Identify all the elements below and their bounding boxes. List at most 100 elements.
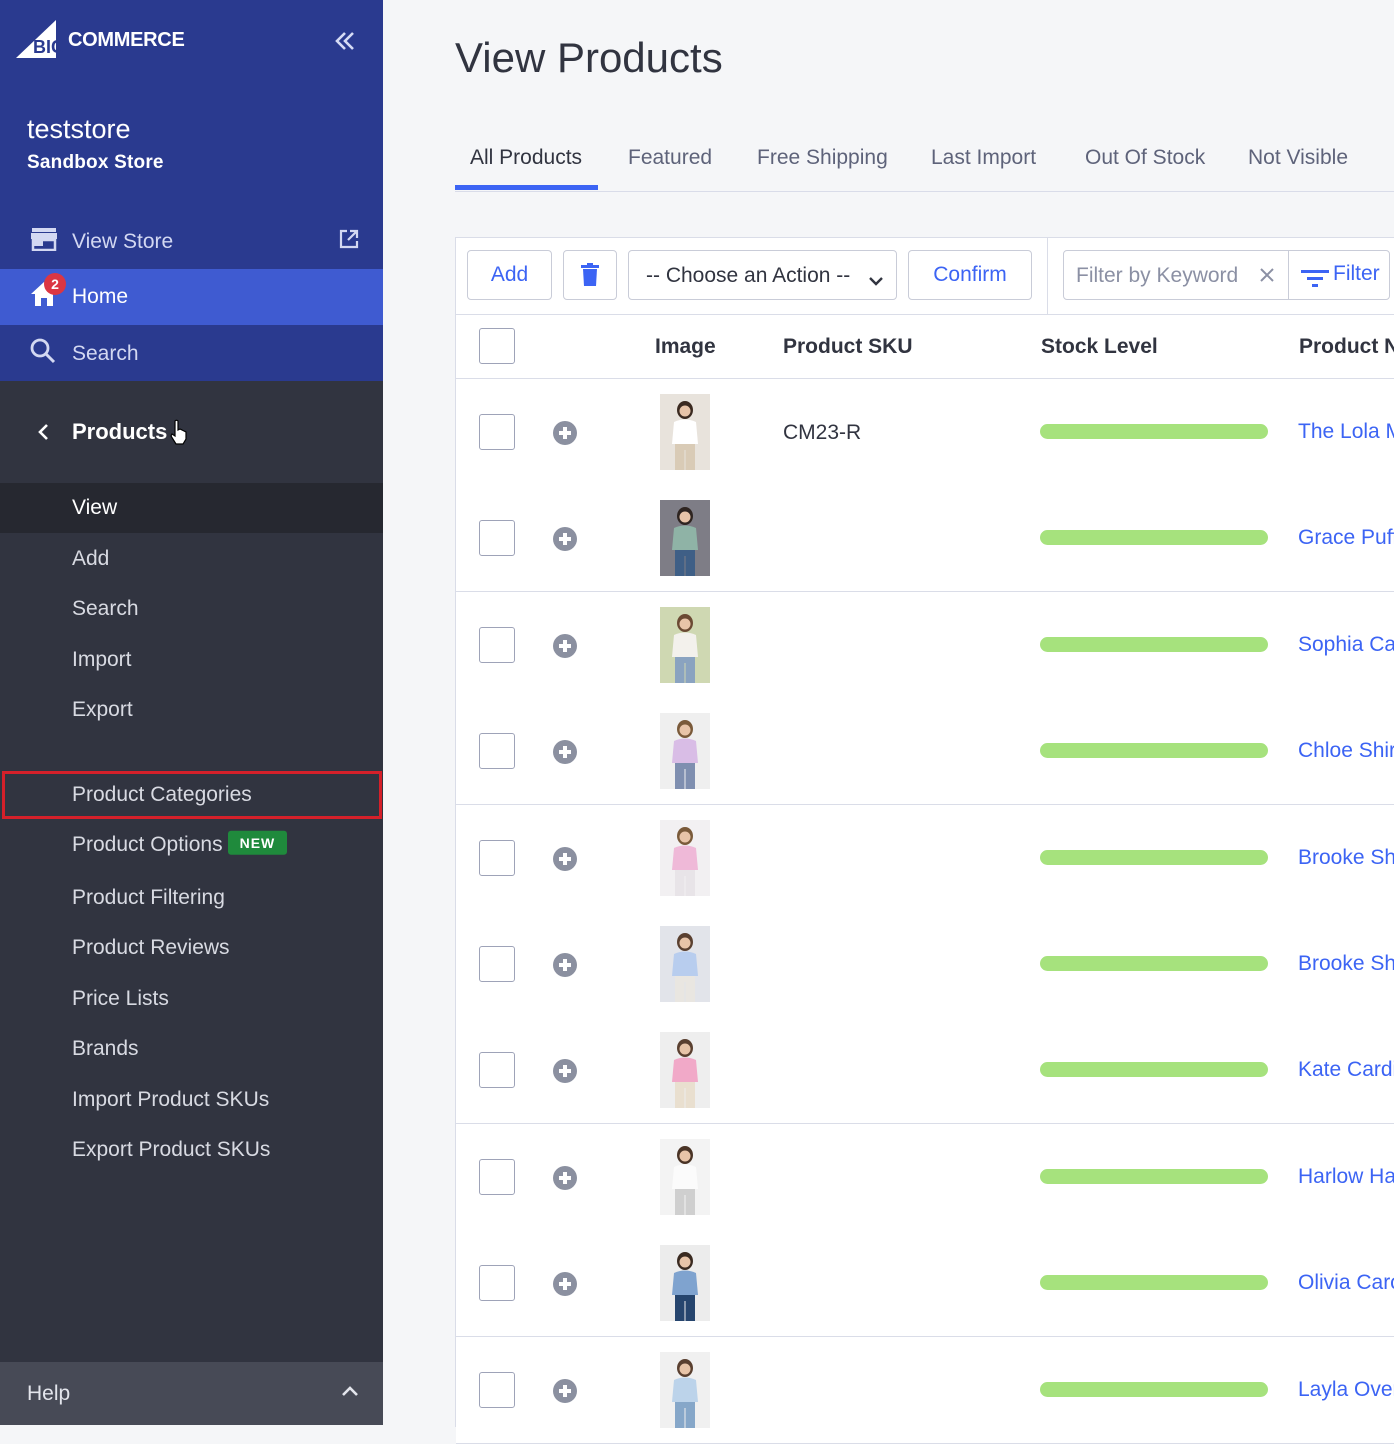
row-checkbox[interactable] bbox=[479, 1052, 515, 1088]
expand-row-icon[interactable] bbox=[553, 1059, 577, 1083]
expand-row-icon[interactable] bbox=[553, 1379, 577, 1403]
bigcommerce-logo[interactable]: BIG COMMERCE bbox=[16, 20, 185, 60]
row-checkbox[interactable] bbox=[479, 840, 515, 876]
table-row[interactable]: Harlow Ha bbox=[456, 1124, 1394, 1231]
column-product-name[interactable]: Product N bbox=[1299, 335, 1394, 359]
products-submenu-item[interactable]: Export bbox=[0, 685, 383, 735]
select-all-checkbox[interactable] bbox=[479, 328, 515, 364]
expand-row-icon[interactable] bbox=[553, 1272, 577, 1296]
submenu-label-text: Product Options bbox=[72, 832, 223, 856]
column-image[interactable]: Image bbox=[655, 335, 716, 359]
filter-placeholder: Filter by Keyword bbox=[1076, 264, 1239, 287]
stock-level-bar bbox=[1040, 637, 1268, 652]
row-checkbox[interactable] bbox=[479, 733, 515, 769]
table-row[interactable]: Grace Puff bbox=[456, 485, 1394, 592]
product-thumbnail[interactable] bbox=[660, 607, 710, 683]
product-thumbnail[interactable] bbox=[660, 1032, 710, 1108]
product-name-link[interactable]: Brooke Sh bbox=[1298, 846, 1394, 870]
row-checkbox[interactable] bbox=[479, 520, 515, 556]
chevron-left-icon[interactable] bbox=[36, 421, 50, 447]
product-thumbnail[interactable] bbox=[660, 1245, 710, 1321]
stock-level-bar bbox=[1040, 956, 1268, 971]
row-checkbox[interactable] bbox=[479, 414, 515, 450]
product-thumbnail[interactable] bbox=[660, 926, 710, 1002]
help-bar[interactable]: Help bbox=[0, 1362, 383, 1425]
tab-free-shipping[interactable]: Free Shipping bbox=[757, 146, 888, 170]
product-thumbnail[interactable] bbox=[660, 1139, 710, 1215]
trash-icon bbox=[581, 263, 599, 286]
table-row[interactable]: Olivia Carc bbox=[456, 1230, 1394, 1337]
stock-level-bar bbox=[1040, 1382, 1268, 1397]
highlight-box bbox=[2, 771, 382, 819]
product-name-link[interactable]: Grace Puff bbox=[1298, 526, 1394, 550]
row-checkbox[interactable] bbox=[479, 946, 515, 982]
row-checkbox[interactable] bbox=[479, 1265, 515, 1301]
table-row[interactable]: Layla Over bbox=[456, 1337, 1394, 1444]
tab-out-of-stock[interactable]: Out Of Stock bbox=[1085, 146, 1205, 170]
product-thumbnail[interactable] bbox=[660, 394, 710, 470]
expand-row-icon[interactable] bbox=[553, 421, 577, 445]
filter-button[interactable]: Filter bbox=[1288, 250, 1390, 300]
filter-icon bbox=[1301, 268, 1329, 294]
expand-row-icon[interactable] bbox=[553, 953, 577, 977]
table-row[interactable]: Kate Cardi bbox=[456, 1017, 1394, 1124]
table-row[interactable]: Sophia Ca bbox=[456, 592, 1394, 699]
product-name-link[interactable]: Sophia Ca bbox=[1298, 633, 1394, 657]
tab-not-visible[interactable]: Not Visible bbox=[1248, 146, 1348, 170]
products-submenu-item[interactable]: View bbox=[0, 483, 383, 533]
products-menu-header[interactable]: Products bbox=[0, 381, 383, 483]
product-name-link[interactable]: Olivia Carc bbox=[1298, 1271, 1394, 1295]
choose-action-select[interactable]: -- Choose an Action -- bbox=[628, 250, 897, 300]
product-name-link[interactable]: Brooke Sh bbox=[1298, 952, 1394, 976]
nav-view-store[interactable]: View Store bbox=[0, 215, 383, 269]
products-submenu-item[interactable]: Price Lists bbox=[0, 974, 383, 1024]
product-name-link[interactable]: Chloe Shir bbox=[1298, 739, 1394, 763]
products-submenu-item[interactable]: Export Product SKUs bbox=[0, 1125, 383, 1175]
tab-featured[interactable]: Featured bbox=[628, 146, 712, 170]
product-name-link[interactable]: Harlow Ha bbox=[1298, 1165, 1394, 1189]
row-checkbox[interactable] bbox=[479, 627, 515, 663]
chevron-up-icon[interactable] bbox=[341, 1380, 359, 1404]
expand-row-icon[interactable] bbox=[553, 634, 577, 658]
product-thumbnail[interactable] bbox=[660, 1352, 710, 1428]
products-submenu-item[interactable]: Product Options NEW bbox=[0, 820, 383, 870]
products-submenu-item[interactable]: Product Reviews bbox=[0, 923, 383, 973]
product-thumbnail[interactable] bbox=[660, 500, 710, 576]
product-thumbnail[interactable] bbox=[660, 820, 710, 896]
submenu-label-text: Export bbox=[72, 698, 133, 721]
confirm-button[interactable]: Confirm bbox=[908, 250, 1032, 300]
external-link-icon[interactable] bbox=[339, 229, 359, 255]
expand-row-icon[interactable] bbox=[553, 847, 577, 871]
submenu-label-text: Export Product SKUs bbox=[72, 1138, 271, 1161]
products-submenu-item[interactable]: Import bbox=[0, 635, 383, 685]
products-submenu-item[interactable]: Import Product SKUs bbox=[0, 1075, 383, 1125]
collapse-sidebar-icon[interactable] bbox=[334, 30, 356, 56]
tab-all-products[interactable]: All Products bbox=[470, 146, 582, 170]
products-submenu-item[interactable]: Add bbox=[0, 534, 383, 584]
column-stock-level[interactable]: Stock Level bbox=[1041, 335, 1158, 359]
products-submenu-item[interactable]: Product Filtering bbox=[0, 873, 383, 923]
expand-row-icon[interactable] bbox=[553, 740, 577, 764]
table-row[interactable]: Chloe Shir bbox=[456, 698, 1394, 805]
add-button[interactable]: Add bbox=[467, 250, 552, 300]
expand-row-icon[interactable] bbox=[553, 1166, 577, 1190]
product-name-link[interactable]: Layla Over bbox=[1298, 1378, 1394, 1402]
products-submenu-item[interactable]: Search bbox=[0, 584, 383, 634]
delete-button[interactable] bbox=[563, 250, 617, 300]
row-checkbox[interactable] bbox=[479, 1159, 515, 1195]
row-checkbox[interactable] bbox=[479, 1372, 515, 1408]
column-product-sku[interactable]: Product SKU bbox=[783, 335, 913, 359]
products-submenu-item[interactable]: Brands bbox=[0, 1024, 383, 1074]
table-row[interactable]: Brooke Sh bbox=[456, 805, 1394, 912]
filter-keyword-input[interactable]: Filter by Keyword bbox=[1063, 250, 1289, 300]
product-name-link[interactable]: Kate Cardi bbox=[1298, 1058, 1394, 1082]
nav-search[interactable]: Search bbox=[0, 326, 383, 381]
clear-icon[interactable] bbox=[1259, 267, 1275, 288]
table-row[interactable]: Brooke Sh bbox=[456, 911, 1394, 1018]
product-name-link[interactable]: The Lola M bbox=[1298, 420, 1394, 444]
submenu-label-text: Product Reviews bbox=[72, 936, 230, 959]
product-thumbnail[interactable] bbox=[660, 713, 710, 789]
tab-last-import[interactable]: Last Import bbox=[931, 146, 1036, 170]
expand-row-icon[interactable] bbox=[553, 527, 577, 551]
table-row[interactable]: CM23-R The Lola M bbox=[456, 379, 1394, 486]
